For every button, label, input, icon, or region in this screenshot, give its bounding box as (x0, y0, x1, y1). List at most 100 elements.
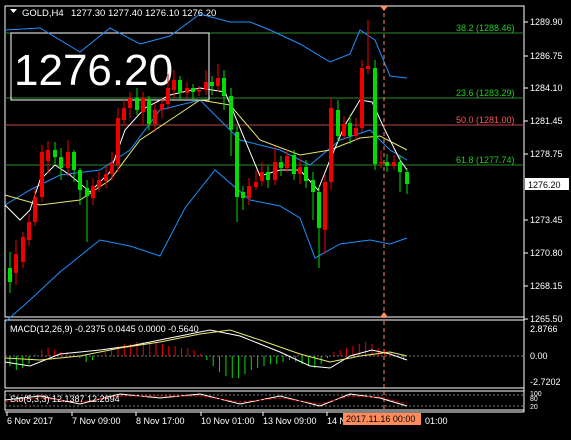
current-price-tag: 1276.20 (525, 178, 569, 190)
candle-body (21, 237, 25, 262)
candle-body (46, 150, 50, 161)
fibo-label-1: 23.6 (1283.29) (456, 88, 515, 98)
stochastic-label: Sto(5,3,3) 12.1387 12.2694 (10, 394, 120, 404)
candle-body (260, 172, 264, 181)
candle-body (27, 222, 31, 240)
candle-body (14, 254, 18, 273)
candle-body (160, 104, 164, 110)
candle-body (85, 188, 89, 196)
candle-body (254, 182, 258, 187)
candle-body (204, 82, 208, 90)
candle-body (317, 192, 321, 228)
candle-body (235, 132, 239, 197)
macd-tick-label: 0.00 (530, 351, 548, 361)
candle-body (348, 123, 352, 136)
candle-body (66, 152, 70, 168)
candle[interactable] (360, 60, 364, 132)
price-tick-label: 1265.50 (530, 314, 563, 324)
candle-body (405, 172, 409, 184)
candle-body (78, 170, 82, 190)
candle-body (279, 162, 283, 168)
time-tick-label: 13 Nov 09:00 (263, 416, 317, 426)
time-tick-label: 8 Nov 17:00 (136, 416, 185, 426)
candle-body (166, 88, 170, 104)
stochastic-tick-label: 20 (530, 404, 538, 411)
candle-body (373, 68, 377, 164)
candle-body (185, 88, 189, 93)
candle-body (135, 98, 139, 110)
candle-body (128, 98, 132, 108)
candle-body (398, 162, 402, 172)
macd-label: MACD(12,26,9) -0.2375 0.0445 0.0000 -0.5… (10, 324, 199, 334)
candle-body (298, 167, 302, 174)
candle-body (178, 80, 182, 93)
candle-body (8, 268, 12, 282)
candle-body (222, 78, 226, 96)
candle-body (110, 163, 114, 174)
time-tick-label: 6 Nov 2017 (7, 416, 53, 426)
candle-body (216, 78, 220, 86)
candle-body (53, 150, 57, 157)
price-tick-label: 1268.15 (530, 281, 563, 291)
candle-body (304, 167, 308, 181)
time-cursor-tag-text: 2017.11.16 00:00 (346, 414, 415, 424)
candle-body (292, 155, 296, 174)
time-cursor-tag: 2017.11.16 00:00 (343, 413, 421, 425)
candle-body (40, 152, 44, 197)
candle-body (116, 118, 120, 165)
macd-tick-label: -2.7202 (530, 377, 561, 387)
candle-body (247, 186, 251, 198)
candle-body (104, 174, 108, 181)
price-tick-label: 1270.80 (530, 248, 563, 258)
time-label-tail: 01:00 (425, 416, 448, 426)
candle-body (273, 162, 277, 180)
candle-body (97, 180, 101, 187)
current-price-tag-text: 1276.20 (528, 180, 561, 190)
price-tick-label: 1289.90 (530, 17, 563, 27)
big-price-text: 1276.20 (14, 46, 173, 95)
chart-header: GOLD,H4 1277.30 1277.40 1276.10 1276.20 (10, 8, 216, 19)
candle-body (241, 192, 245, 198)
candle-body (72, 152, 76, 170)
candle-body (141, 98, 145, 112)
candle-body (392, 162, 396, 166)
candle-body (229, 96, 233, 130)
stochastic-tick-label: 80 (530, 396, 538, 403)
price-tick-label: 1284.10 (530, 83, 563, 93)
candle[interactable] (329, 98, 333, 190)
time-tick-label: 10 Nov 01:00 (201, 416, 255, 426)
candle-body (329, 108, 333, 182)
candle-body (59, 157, 63, 168)
candle-body (210, 82, 214, 86)
ohlc-readout: 1277.30 1277.40 1276.10 1276.20 (71, 8, 216, 19)
candle-body (342, 124, 346, 136)
candle-body (336, 110, 340, 136)
candle-body (266, 172, 270, 180)
candle-body (147, 100, 151, 124)
candle-body (285, 156, 289, 168)
candle-body (311, 180, 315, 192)
candle-body (323, 182, 327, 230)
candle-body (91, 186, 95, 198)
candle[interactable] (373, 60, 377, 170)
candle[interactable] (40, 145, 44, 202)
candle-body (153, 110, 157, 124)
symbol-timeframe: GOLD,H4 (22, 8, 64, 19)
candle-body (197, 90, 201, 92)
price-tick-label: 1278.75 (530, 149, 563, 159)
price-tick-label: 1286.75 (530, 51, 563, 61)
candle-body (385, 162, 389, 166)
candle-body (33, 197, 37, 222)
fibo-label-3: 61.8 (1277.74) (456, 155, 515, 165)
candle-body (354, 128, 358, 136)
candle-body (172, 80, 176, 90)
chart-window[interactable]: GOLD,H4 1277.30 1277.40 1276.10 1276.20 … (0, 0, 571, 440)
time-tick-label: 7 Nov 09:00 (72, 416, 121, 426)
price-tick-label: 1273.45 (530, 215, 563, 225)
candle-body (366, 66, 370, 69)
candle-body (191, 88, 195, 92)
candle-body (122, 108, 126, 120)
candle-body (360, 68, 364, 128)
macd-tick-label: 2.8766 (530, 324, 558, 334)
fibo-label-0: 38.2 (1288.46) (456, 23, 515, 33)
